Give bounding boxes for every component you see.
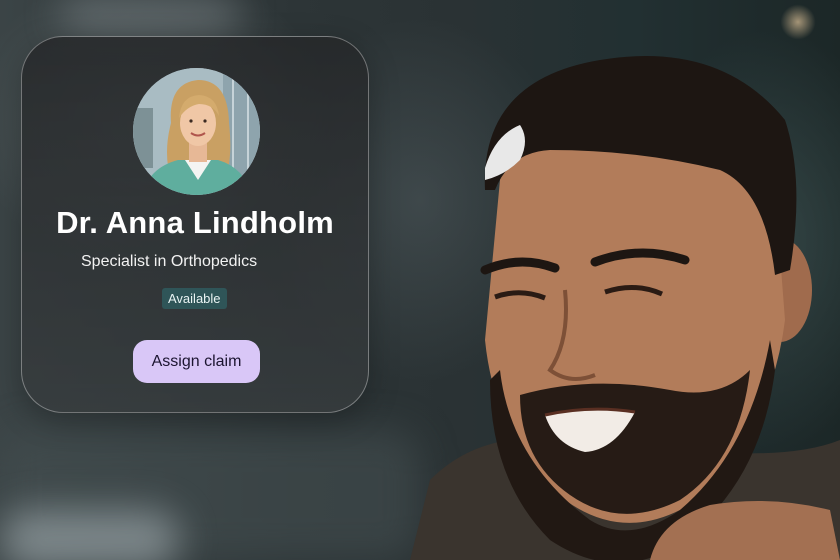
smiling-man-photo <box>410 56 840 560</box>
doctor-avatar <box>133 68 260 195</box>
background-window <box>60 0 240 30</box>
doctor-name: Dr. Anna Lindholm <box>56 205 334 240</box>
background-monitor <box>0 510 180 560</box>
doctor-specialty: Specialist in Orthopedics <box>81 253 258 270</box>
doctor-portrait-icon <box>133 68 260 195</box>
availability-status-badge: Available <box>162 288 227 309</box>
assign-claim-button[interactable]: Assign claim <box>133 340 260 383</box>
doctor-profile-card: Dr. Anna Lindholm Specialist in Orthoped… <box>21 36 369 413</box>
